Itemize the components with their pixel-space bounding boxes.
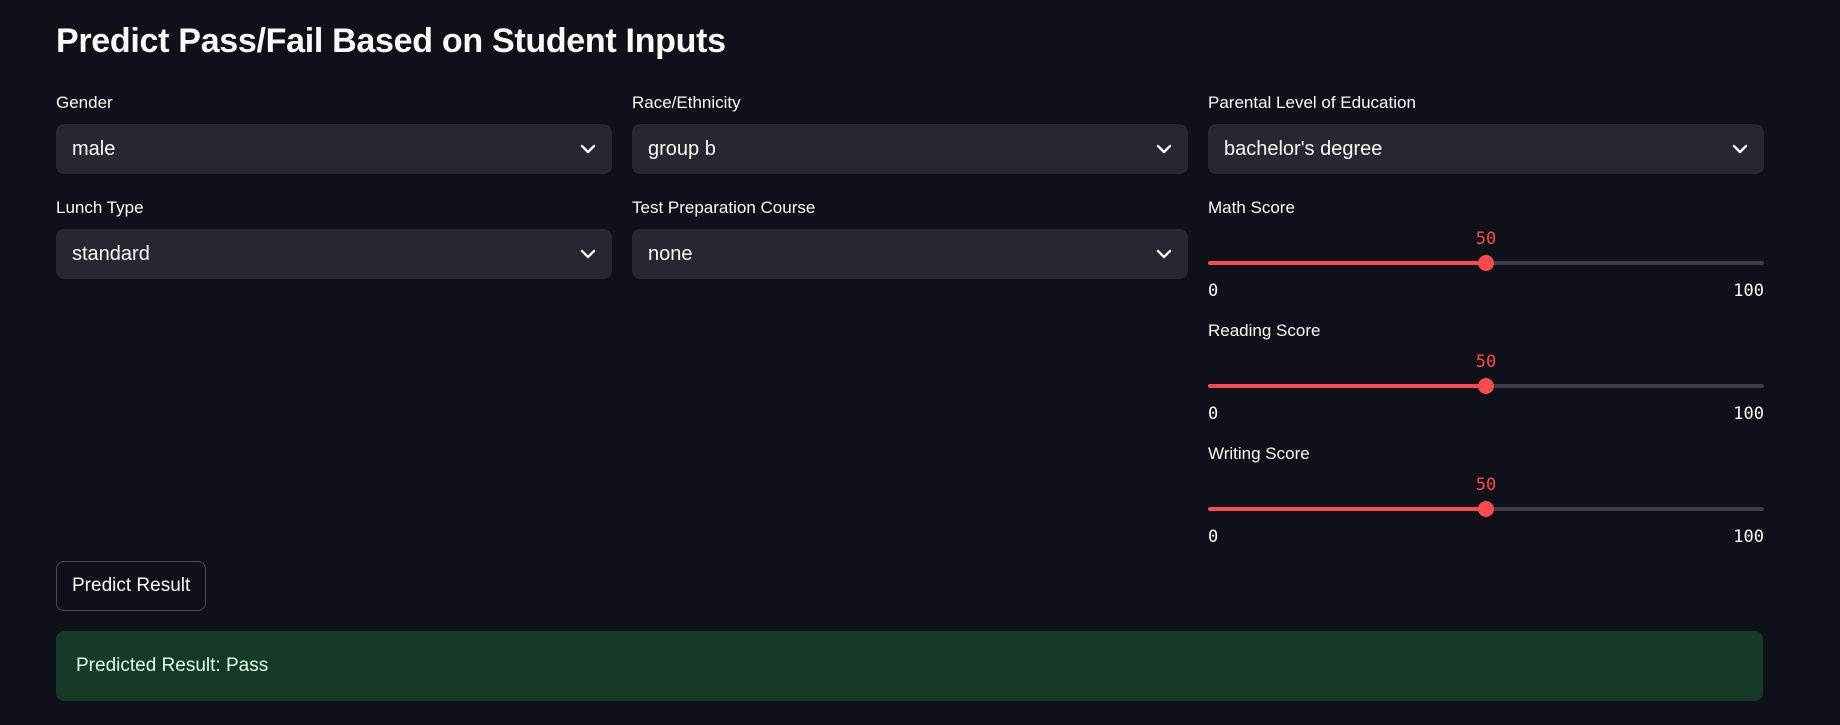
slider-thumb[interactable] <box>1478 255 1494 271</box>
slider-fill <box>1208 384 1486 388</box>
chevron-down-icon <box>1156 249 1172 259</box>
writing-score-current-value: 50 <box>1475 475 1497 495</box>
writing-score-max: 100 <box>1733 527 1764 547</box>
test-prep-select[interactable]: none <box>632 229 1188 279</box>
slider-track[interactable] <box>1208 255 1764 271</box>
app-page: Predict Pass/Fail Based on Student Input… <box>0 0 1840 725</box>
reading-score-min: 0 <box>1208 404 1219 424</box>
reading-score-label: Reading Score <box>1208 321 1321 340</box>
predict-result-button[interactable]: Predict Result <box>56 561 207 611</box>
race-value: group b <box>648 137 716 160</box>
chevron-down-icon <box>1156 144 1172 154</box>
writing-score-field: Writing Score 50 0 100 <box>1208 443 1764 547</box>
slider-fill <box>1208 507 1486 511</box>
writing-score-min: 0 <box>1208 527 1219 547</box>
parental-education-value: bachelor's degree <box>1224 137 1383 160</box>
parental-education-field: Parental Level of Education bachelor's d… <box>1208 92 1764 174</box>
math-score-max: 100 <box>1733 281 1764 301</box>
parental-education-label: Parental Level of Education <box>1208 93 1416 112</box>
reading-score-current-value: 50 <box>1475 352 1497 372</box>
reading-score-field: Reading Score 50 0 100 <box>1208 320 1764 424</box>
reading-score-max: 100 <box>1733 404 1764 424</box>
race-label: Race/Ethnicity <box>632 93 741 112</box>
math-score-slider[interactable]: 50 0 100 <box>1208 219 1764 301</box>
lunch-value: standard <box>72 242 150 265</box>
math-score-label: Math Score <box>1208 198 1295 217</box>
slider-thumb[interactable] <box>1478 378 1494 394</box>
reading-score-slider[interactable]: 50 0 100 <box>1208 342 1764 424</box>
chevron-down-icon <box>580 144 596 154</box>
gender-field: Gender male <box>56 92 612 174</box>
gender-value: male <box>72 137 116 160</box>
lunch-label: Lunch Type <box>56 198 144 217</box>
chevron-down-icon <box>1732 144 1748 154</box>
parental-education-select[interactable]: bachelor's degree <box>1208 124 1764 174</box>
slider-track[interactable] <box>1208 501 1764 517</box>
race-select[interactable]: group b <box>632 124 1188 174</box>
slider-thumb[interactable] <box>1478 501 1494 517</box>
math-score-field: Math Score 50 0 100 <box>1208 197 1764 301</box>
result-alert: Predicted Result: Pass <box>56 631 1763 701</box>
race-field: Race/Ethnicity group b <box>632 92 1188 174</box>
slider-fill <box>1208 261 1486 265</box>
writing-score-label: Writing Score <box>1208 444 1310 463</box>
test-prep-field: Test Preparation Course none <box>632 197 1188 279</box>
chevron-down-icon <box>580 249 596 259</box>
gender-label: Gender <box>56 93 113 112</box>
math-score-min: 0 <box>1208 281 1219 301</box>
math-score-current-value: 50 <box>1475 229 1497 249</box>
slider-track[interactable] <box>1208 378 1764 394</box>
test-prep-value: none <box>648 242 693 265</box>
lunch-select[interactable]: standard <box>56 229 612 279</box>
writing-score-slider[interactable]: 50 0 100 <box>1208 465 1764 547</box>
gender-select[interactable]: male <box>56 124 612 174</box>
lunch-field: Lunch Type standard <box>56 197 612 279</box>
test-prep-label: Test Preparation Course <box>632 198 816 217</box>
result-text: Predicted Result: Pass <box>76 655 269 676</box>
page-title: Predict Pass/Fail Based on Student Input… <box>56 22 726 60</box>
